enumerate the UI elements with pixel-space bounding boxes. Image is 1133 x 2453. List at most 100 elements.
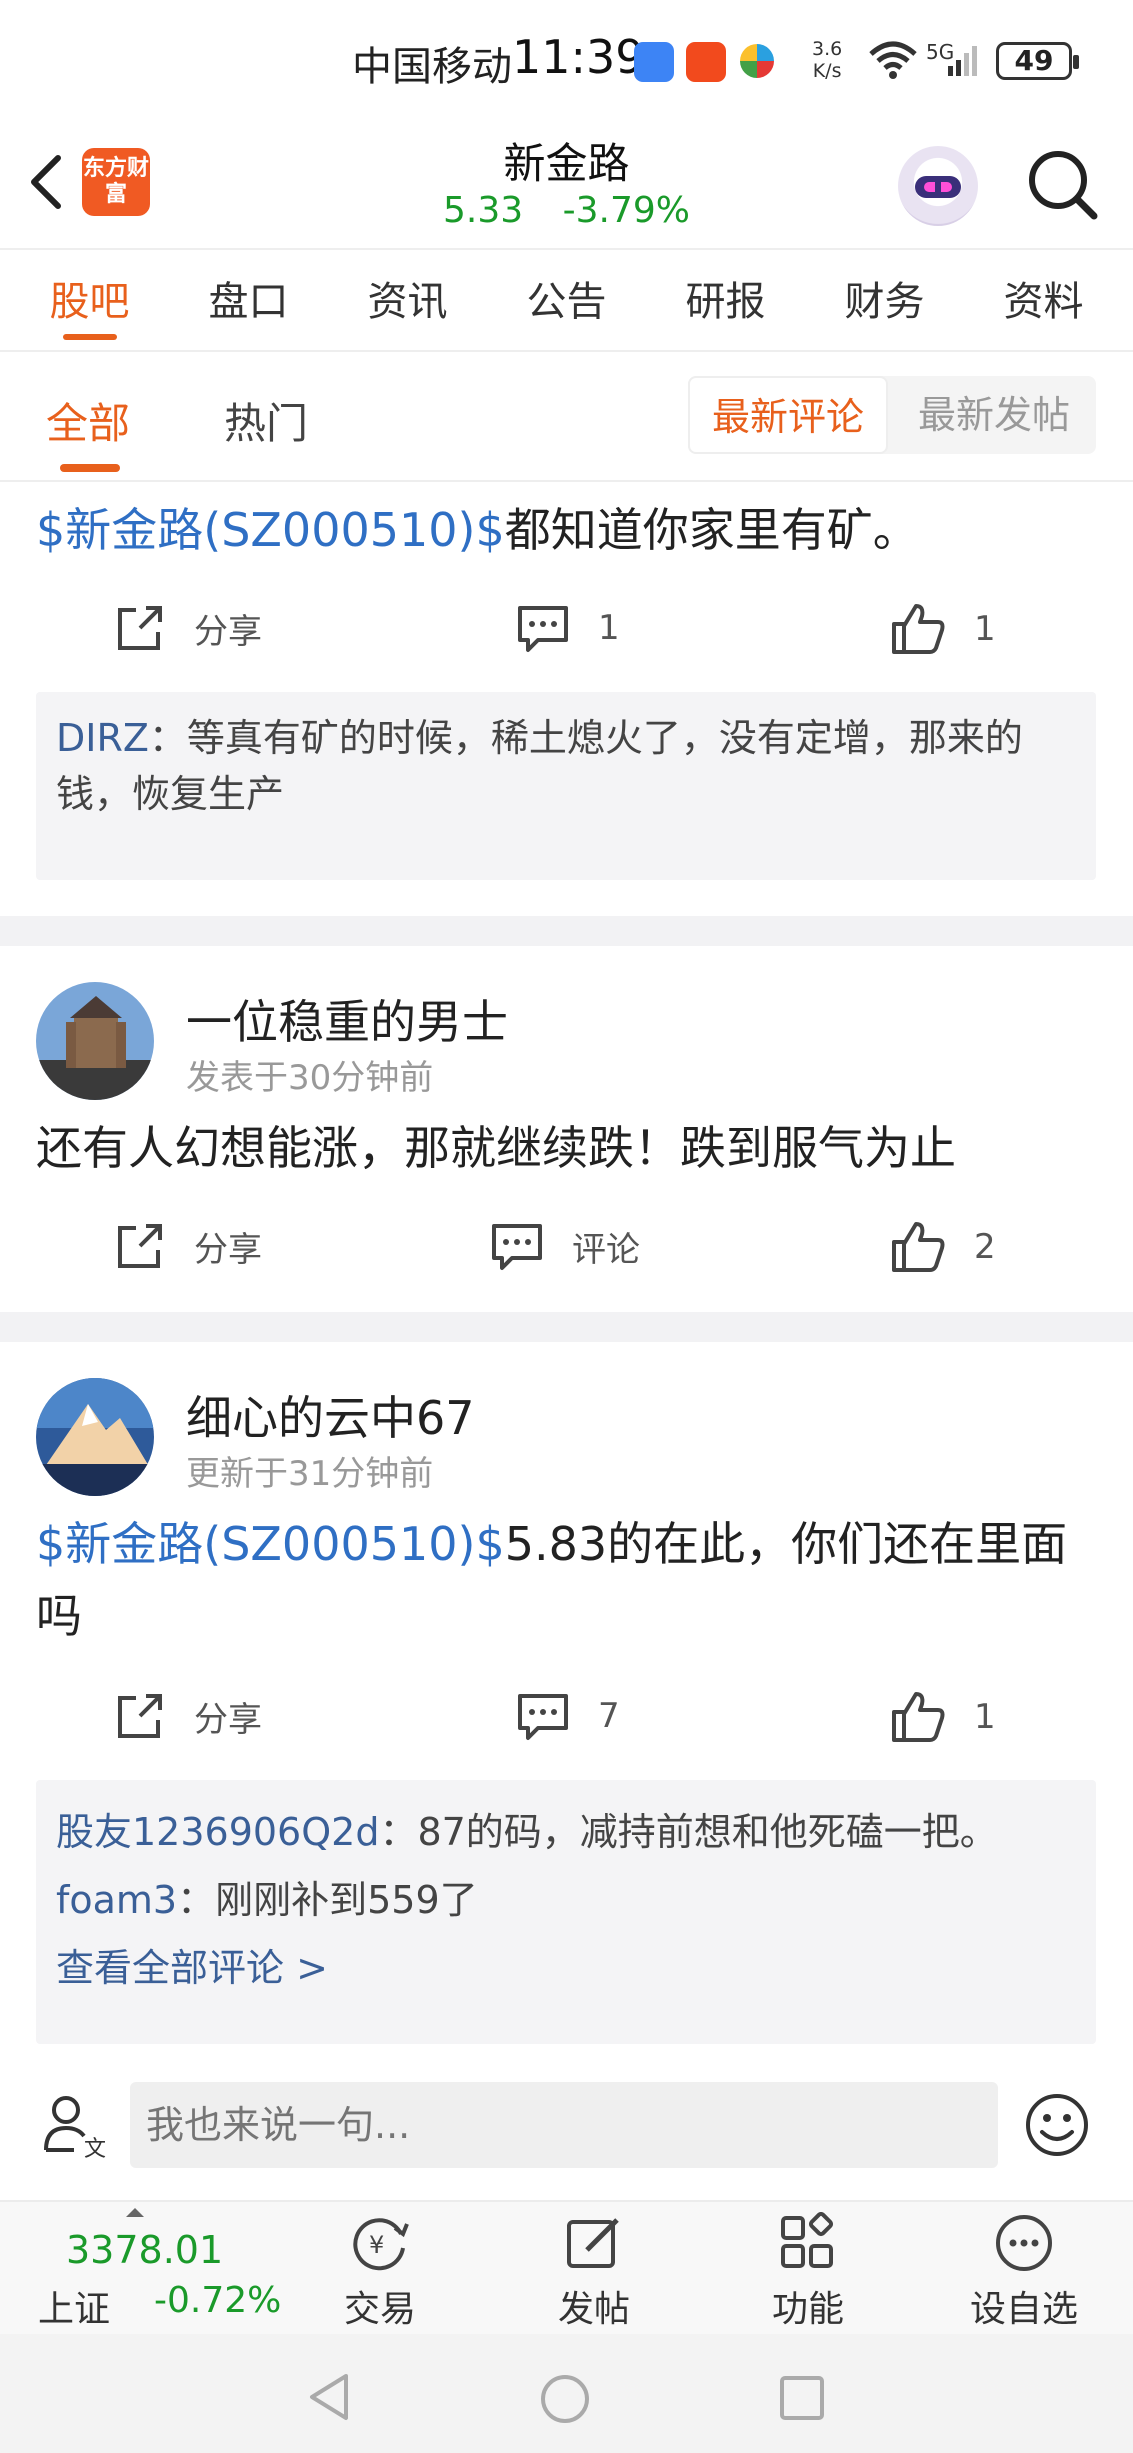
- mobile-app-icon: [740, 44, 774, 78]
- tab-guba[interactable]: 股吧: [20, 252, 160, 350]
- subtab-hot[interactable]: 热门: [224, 390, 308, 451]
- back-triangle-icon[interactable]: [306, 2372, 352, 2422]
- reply-input[interactable]: [130, 2082, 998, 2168]
- index-change: -0.72%: [154, 2280, 282, 2321]
- thumbs-up-icon: [892, 1692, 945, 1742]
- stock-link[interactable]: $新金路(SZ000510)$: [36, 1517, 505, 1571]
- tab-profile[interactable]: 资料: [974, 252, 1114, 350]
- avatar[interactable]: [36, 982, 154, 1100]
- net-speed: 3.6 K/s: [812, 38, 842, 82]
- username[interactable]: 细心的云中67: [186, 1382, 475, 1448]
- comment-text: ：87的码，减持前想和他死磕一把。: [379, 1810, 998, 1854]
- like-button[interactable]: 1: [890, 602, 996, 656]
- like-count: 1: [974, 1697, 996, 1737]
- post-body: 还有人幻想能涨，那就继续跌！跌到服气为止: [36, 1121, 956, 1175]
- comment-button[interactable]: 评论: [490, 1220, 640, 1272]
- bottom-bar: 3378.01 上证 -0.72% ¥ 交易 发帖 功能 设自选: [0, 2200, 1133, 2334]
- sort-latest-post-button[interactable]: 最新发帖: [894, 376, 1094, 454]
- comment-icon: [492, 1224, 542, 1270]
- subtab-all[interactable]: 全部: [46, 390, 130, 451]
- search-icon[interactable]: [1022, 144, 1102, 224]
- comment-line: foam3：刚刚补到559了: [56, 1866, 1076, 1934]
- more-icon: [996, 2215, 1052, 2271]
- share-icon: [118, 1694, 162, 1738]
- edit-icon: [567, 2218, 619, 2268]
- carrier-label: 中国移动: [352, 44, 512, 90]
- tab-news[interactable]: 资讯: [338, 252, 478, 350]
- share-icon: [118, 1224, 162, 1268]
- nav-trade[interactable]: ¥ 交易: [310, 2212, 450, 2332]
- username[interactable]: 一位稳重的男士: [186, 986, 508, 1052]
- index-value: 3378.01: [66, 2228, 224, 2272]
- avatar[interactable]: [36, 1378, 154, 1496]
- stock-link[interactable]: $新金路(SZ000510)$: [36, 503, 505, 557]
- emoji-icon[interactable]: [1024, 2092, 1090, 2158]
- share-button[interactable]: 分享: [114, 1690, 262, 1742]
- thumbs-up-icon: [892, 604, 945, 654]
- svg-text:¥: ¥: [369, 2231, 384, 2259]
- status-bar: 中国移动 11:39 3.6 K/s 5G 49: [0, 0, 1133, 120]
- section-tabs: 股吧 盘口 资讯 公告 研报 财务 资料: [0, 252, 1133, 352]
- grid-icon: [781, 2212, 834, 2268]
- comment-line: 股友1236906Q2d：87的码，减持前想和他死磕一把。: [56, 1798, 1076, 1866]
- like-button[interactable]: 2: [890, 1220, 996, 1274]
- divider: [0, 916, 1133, 946]
- index-widget[interactable]: 3378.01 上证 -0.72%: [0, 2202, 300, 2336]
- comment-user[interactable]: DIRZ: [56, 716, 149, 760]
- share-icon: [118, 606, 162, 650]
- tab-finance[interactable]: 财务: [815, 252, 955, 350]
- stock-price: 5.33: [443, 190, 524, 231]
- share-button[interactable]: 分享: [114, 1220, 262, 1272]
- sort-toggle: 最新评论 最新发帖: [688, 376, 1096, 454]
- caret-up-icon: [126, 2208, 144, 2217]
- net-speed-value: 3.6: [812, 38, 843, 60]
- sort-latest-comment-button[interactable]: 最新评论: [688, 376, 888, 454]
- post-time: 发表于30分钟前: [186, 1058, 434, 1098]
- like-count: 1: [974, 609, 996, 649]
- view-all-comments-link[interactable]: 查看全部评论 >: [56, 1934, 1076, 2002]
- tab-announcements[interactable]: 公告: [497, 252, 637, 350]
- nav-trade-label: 交易: [343, 2289, 416, 2330]
- share-button[interactable]: 分享: [114, 602, 262, 654]
- comment-icon: [518, 606, 568, 652]
- subtab-indicator: [60, 464, 120, 472]
- wifi-icon: [869, 41, 917, 79]
- net-speed-unit: K/s: [812, 60, 842, 82]
- share-label: 分享: [194, 1229, 262, 1270]
- nav-functions[interactable]: 功能: [738, 2212, 878, 2332]
- stock-header: 东方财富 新金路 5.33 -3.79%: [0, 120, 1133, 250]
- filter-bar: 全部 热门 最新评论 最新发帖: [0, 354, 1133, 482]
- home-circle-icon[interactable]: [538, 2372, 592, 2426]
- nav-add-watchlist[interactable]: 设自选: [954, 2212, 1094, 2332]
- comment-button[interactable]: 1: [516, 602, 620, 654]
- taobao-app-icon: [686, 42, 726, 82]
- comment-text: ：等真有矿的时候，稀土熄火了，没有定增，那来的钱，恢复生产: [56, 716, 1023, 816]
- post-content[interactable]: $新金路(SZ000510)$5.83的在此，你们还在里面吗: [36, 1508, 1106, 1652]
- stock-change: -3.79%: [562, 190, 690, 231]
- comment-preview[interactable]: 股友1236906Q2d：87的码，减持前想和他死磕一把。 foam3：刚刚补到…: [36, 1780, 1096, 2044]
- comment-preview[interactable]: DIRZ：等真有矿的时候，稀土熄火了，没有定增，那来的钱，恢复生产: [36, 692, 1096, 880]
- comment-user[interactable]: 股友1236906Q2d: [56, 1810, 379, 1854]
- recents-square-icon[interactable]: [778, 2374, 826, 2422]
- voice-input-icon[interactable]: 文: [40, 2090, 110, 2160]
- like-count: 2: [974, 1227, 996, 1267]
- avatar-mountain-image: [36, 1378, 154, 1496]
- tab-research[interactable]: 研报: [656, 252, 796, 350]
- assistant-robot-icon[interactable]: [898, 146, 978, 226]
- trade-icon: ¥: [353, 2218, 409, 2271]
- avatar-castle-image: [36, 982, 154, 1100]
- like-button[interactable]: 1: [890, 1690, 996, 1744]
- comment-button[interactable]: 7: [516, 1690, 620, 1742]
- signal-icon: [948, 46, 977, 76]
- nav-post[interactable]: 发帖: [524, 2212, 664, 2332]
- comment-count: 7: [598, 1696, 620, 1736]
- index-name: 上证: [38, 2289, 111, 2330]
- post-content[interactable]: $新金路(SZ000510)$都知道你家里有矿。: [36, 494, 1106, 566]
- tab-pankou[interactable]: 盘口: [179, 252, 319, 350]
- share-label: 分享: [194, 1699, 262, 1740]
- post-content[interactable]: 还有人幻想能涨，那就继续跌！跌到服气为止: [36, 1112, 1106, 1184]
- clock: 11:39: [512, 30, 645, 84]
- comment-user[interactable]: foam3: [56, 1878, 177, 1922]
- comment-count: 1: [598, 608, 620, 648]
- post-time: 更新于31分钟前: [186, 1454, 434, 1494]
